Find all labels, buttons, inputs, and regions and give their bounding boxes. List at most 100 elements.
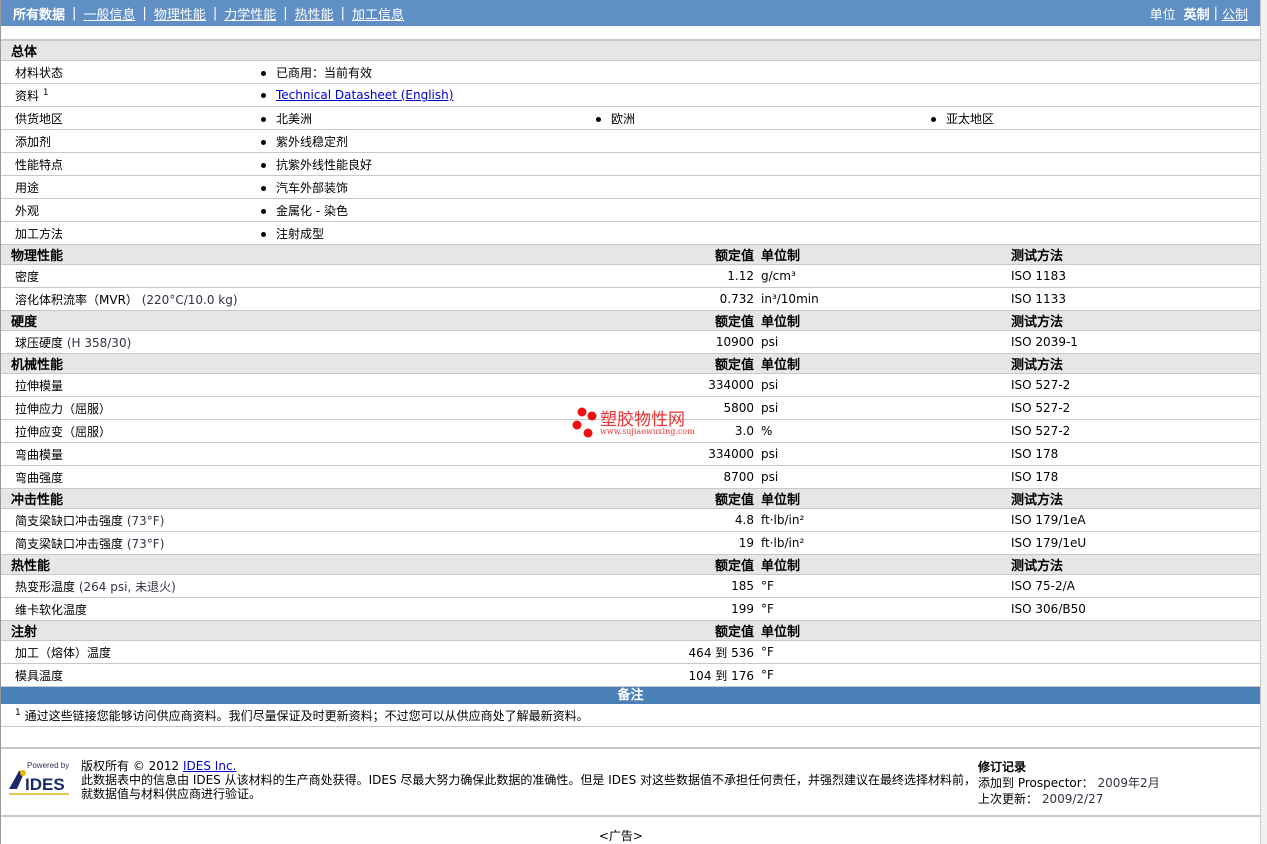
value-header: 额定值: [714, 315, 754, 330]
section-header: 物理性能 额定值 单位制 测试方法: [1, 245, 1260, 265]
value-header: 额定值: [714, 358, 754, 373]
section-title: 注射: [11, 625, 38, 640]
property-name: 弯曲强度: [15, 470, 64, 485]
test-method: ISO 179/1eA: [1011, 513, 1086, 527]
property-value: 3.0: [734, 424, 754, 438]
row-label: 性能特点: [15, 157, 64, 172]
property-unit: °F: [761, 645, 774, 659]
test-method: ISO 178: [1011, 447, 1059, 461]
datasheet-link[interactable]: Technical Datasheet (English): [276, 88, 453, 102]
property-value: 185: [731, 579, 754, 593]
property-condition: (H 358/30): [66, 335, 132, 350]
bullet-icon: [261, 208, 266, 214]
property-row: 维卡软化温度 199 °F ISO 306/B50: [1, 598, 1260, 621]
general-row: 供货地区 北美洲 欧洲 亚太地区: [1, 107, 1260, 130]
updated-date: 2009/2/27: [1041, 792, 1104, 806]
section-title: 热性能: [11, 559, 51, 574]
svg-text:IDES: IDES: [25, 775, 65, 794]
remarks-header: 备注: [1, 687, 1260, 704]
bullet-icon: [261, 93, 266, 98]
tab-general[interactable]: 一般信息: [83, 4, 135, 23]
ides-link[interactable]: IDES Inc.: [183, 759, 236, 773]
section-title: 机械性能: [11, 358, 64, 373]
row-value: 亚太地区: [946, 111, 995, 126]
property-name: 球压硬度: [15, 335, 64, 350]
bullet-icon: [261, 139, 266, 145]
general-row: 资料 1 Technical Datasheet (English): [1, 84, 1260, 107]
unit-header: 单位制: [761, 315, 801, 330]
method-header: 测试方法: [1011, 358, 1064, 373]
method-header: 测试方法: [1011, 315, 1064, 330]
section-title: 冲击性能: [11, 493, 64, 508]
property-value: 10900: [715, 335, 754, 349]
property-unit: °F: [761, 602, 774, 616]
unit-metric-link[interactable]: 公制: [1222, 4, 1248, 23]
property-name: 弯曲模量: [15, 447, 64, 462]
property-row: 热变形温度 (264 psi, 未退火) 185 °F ISO 75-2/A: [1, 575, 1260, 598]
section-header: 热性能 额定值 单位制 测试方法: [1, 555, 1260, 575]
tab-all-data[interactable]: 所有数据: [13, 4, 65, 23]
section-title: 总体: [11, 45, 38, 60]
method-header: 测试方法: [1011, 559, 1064, 574]
tab-physical[interactable]: 物理性能: [154, 4, 206, 23]
tab-processing[interactable]: 加工信息: [352, 4, 404, 23]
property-unit: ft·lb/in²: [761, 536, 805, 550]
section-general-header: 总体: [1, 41, 1260, 61]
property-row: 溶化体积流率（MVR） (220°C/10.0 kg) 0.732 in³/10mi…: [1, 288, 1260, 311]
property-row: 密度 1.12 g/cm³ ISO 1183: [1, 265, 1260, 288]
ides-logo: Powered by IDES: [9, 761, 69, 795]
general-row: 添加剂 紫外线稳定剂: [1, 130, 1260, 153]
revision-title: 修订记录: [978, 760, 1027, 774]
property-name: 加工（熔体）温度: [15, 645, 112, 660]
property-value: 334000: [708, 447, 754, 461]
tab-mechanical[interactable]: 力学性能: [224, 4, 276, 23]
property-name: 简支梁缺口冲击强度: [15, 536, 124, 551]
row-label: 供货地区: [15, 111, 64, 126]
property-condition: (220°C/10.0 kg): [141, 292, 238, 307]
property-unit: psi: [761, 447, 779, 461]
property-name: 溶化体积流率（MVR）: [15, 292, 138, 307]
tab-thermal[interactable]: 热性能: [295, 4, 334, 23]
value-header: 额定值: [714, 559, 754, 574]
bullet-icon: [931, 116, 936, 122]
property-name: 维卡软化温度: [15, 602, 88, 617]
scrollbar[interactable]: [1260, 0, 1267, 844]
test-method: ISO 1183: [1011, 269, 1066, 283]
property-name: 拉伸模量: [15, 378, 64, 393]
test-method: ISO 75-2/A: [1011, 579, 1075, 593]
property-unit: °F: [761, 668, 774, 682]
test-method: ISO 178: [1011, 470, 1059, 484]
method-header: 测试方法: [1011, 493, 1064, 508]
unit-header: 单位制: [761, 559, 801, 574]
property-condition: (264 psi, 未退火): [78, 579, 176, 594]
property-value: 8700: [723, 470, 754, 484]
property-value: 19: [738, 536, 754, 550]
value-header: 额定值: [714, 493, 754, 508]
unit-label: 单位: [1149, 7, 1176, 23]
row-label: 资料 1: [15, 87, 49, 103]
property-value: 199: [731, 602, 754, 616]
property-condition: (73°F): [126, 536, 165, 551]
property-unit: g/cm³: [761, 269, 796, 283]
bullet-icon: [261, 162, 266, 168]
added-date: 2009年2月: [1097, 776, 1160, 790]
watermark-url: www.sujiaowuxing.com: [600, 427, 695, 436]
row-value: 汽车外部装饰: [276, 180, 349, 195]
property-name: 拉伸应变（屈服）: [15, 424, 112, 439]
property-name: 密度: [15, 269, 40, 284]
property-value: 1.12: [727, 269, 754, 283]
bullet-icon: [261, 70, 266, 76]
test-method: ISO 1133: [1011, 292, 1066, 306]
property-row: 简支梁缺口冲击强度 (73°F) 19 ft·lb/in² ISO 179/1eU: [1, 532, 1260, 555]
unit-header: 单位制: [761, 358, 801, 373]
property-name: 简支梁缺口冲击强度: [15, 513, 124, 528]
property-row: 弯曲模量 334000 psi ISO 178: [1, 443, 1260, 466]
row-value: 金属化 - 染色: [276, 203, 348, 218]
unit-header: 单位制: [761, 493, 801, 508]
general-row: 材料状态 已商用：当前有效: [1, 61, 1260, 84]
test-method: ISO 527-2: [1011, 378, 1071, 392]
property-row: 拉伸模量 334000 psi ISO 527-2: [1, 374, 1260, 397]
section-header: 冲击性能 额定值 单位制 测试方法: [1, 489, 1260, 509]
row-label: 加工方法: [15, 226, 64, 241]
general-row: 性能特点 抗紫外线性能良好: [1, 153, 1260, 176]
